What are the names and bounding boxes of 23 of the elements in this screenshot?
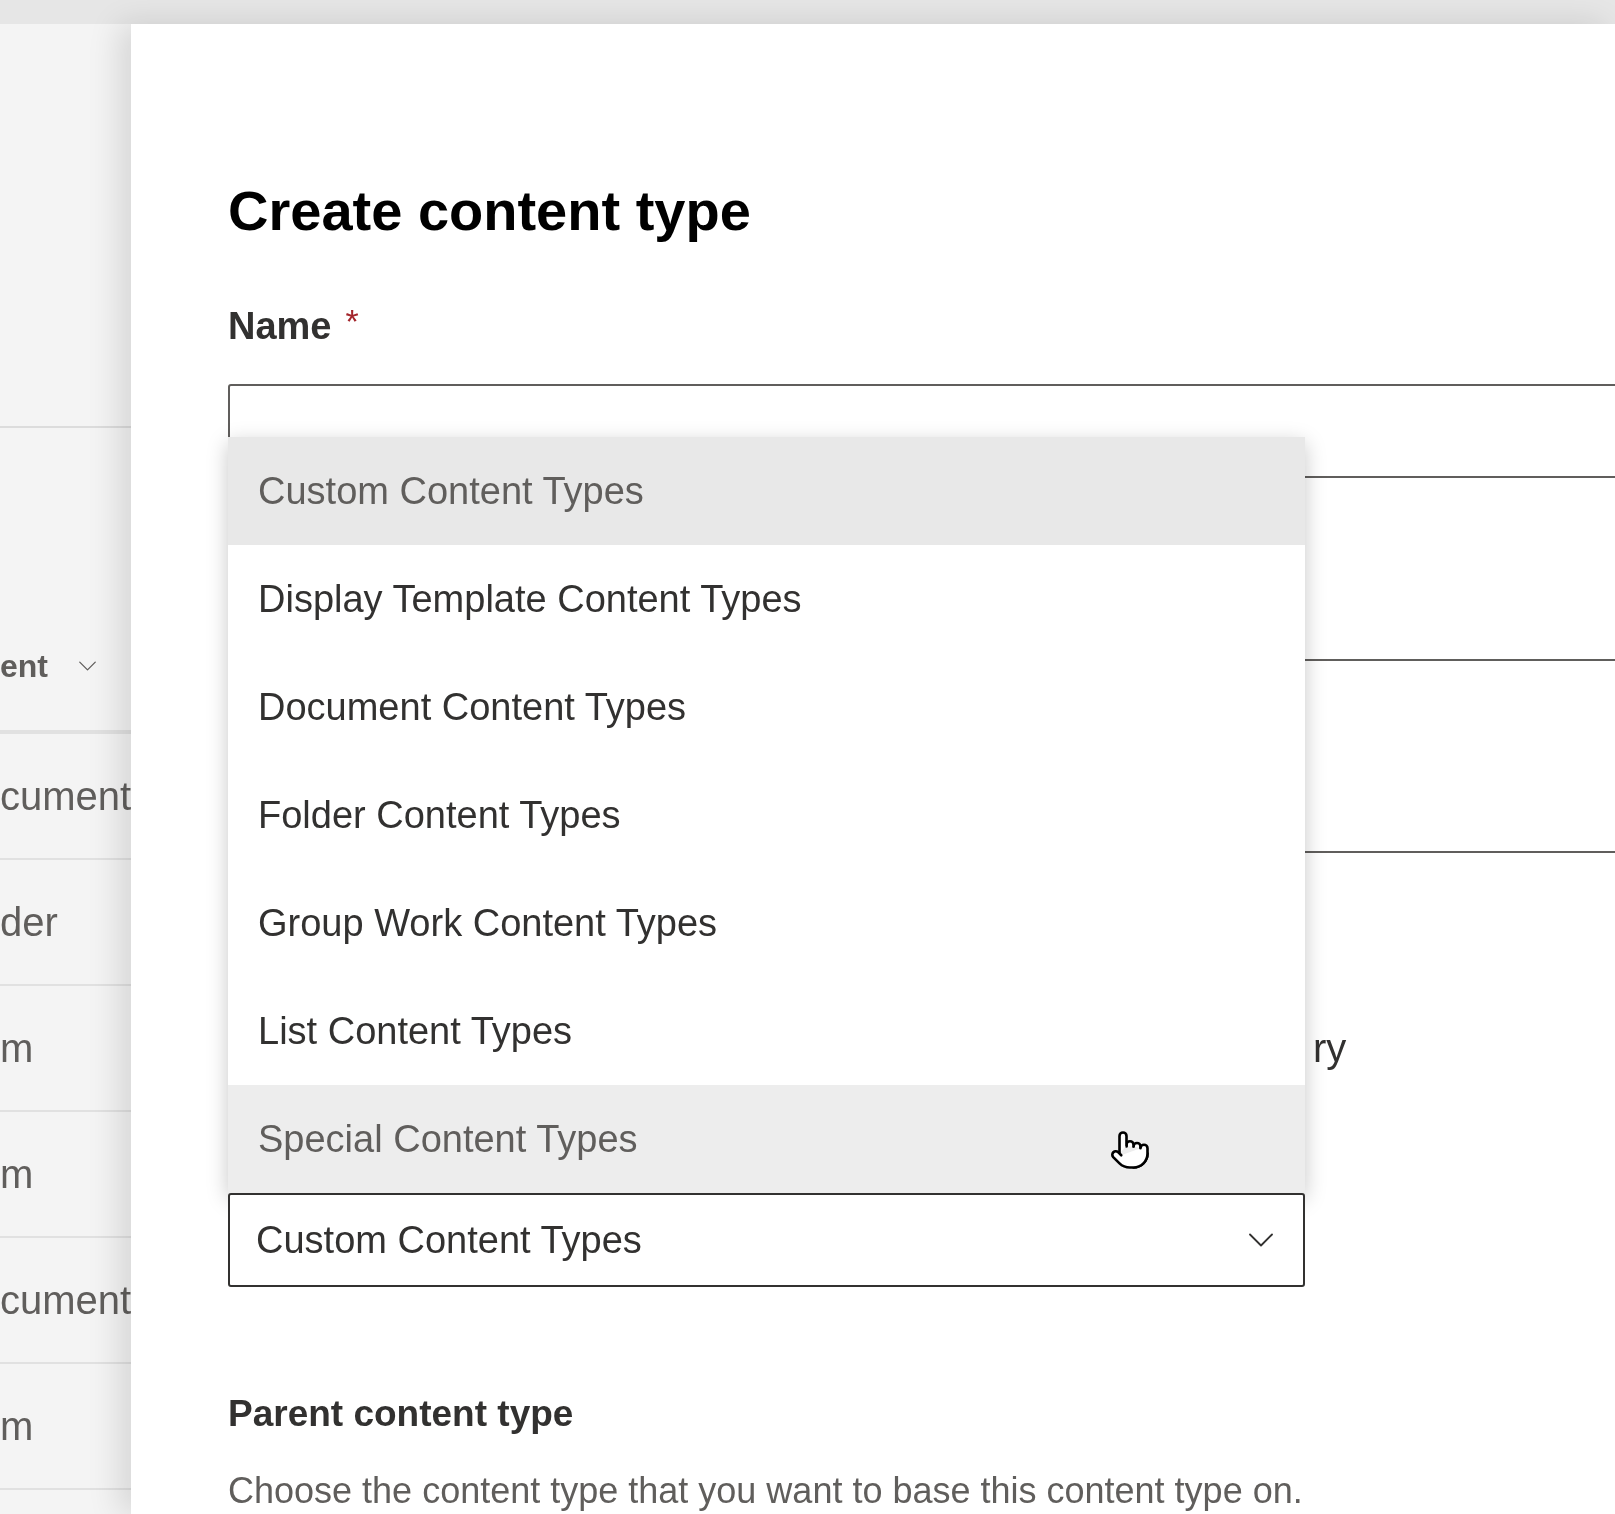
hand-cursor-icon xyxy=(1109,1129,1151,1171)
section-heading: Parent content type xyxy=(228,1392,575,1436)
dropdown-option[interactable]: Folder Content Types xyxy=(228,761,1305,869)
label-text: ry xyxy=(1313,1025,1347,1072)
section-description: Choose the content type that you want to base this content type on. xyxy=(228,1468,1303,1513)
list-row-text: m xyxy=(0,1403,34,1450)
dropdown-option[interactable]: Group Work Content Types xyxy=(228,869,1305,977)
list-row-text: m xyxy=(0,1025,34,1072)
dropdown-option[interactable]: Custom Content Types xyxy=(228,437,1305,545)
dropdown-option[interactable]: Document Content Types xyxy=(228,653,1305,761)
field-label: Name xyxy=(228,303,332,349)
list-row-text: cument xyxy=(0,773,131,820)
panel-title: Create content type xyxy=(228,178,752,244)
required-mark: * xyxy=(345,300,359,342)
dropdown-option[interactable]: Display Template Content Types xyxy=(228,545,1305,653)
list-row-text: cument xyxy=(0,1277,131,1324)
list-row-text: der xyxy=(0,899,58,946)
dropdown-value: Custom Content Types xyxy=(256,1217,642,1263)
list-row-text: m xyxy=(0,1151,34,1198)
content-type-dropdown[interactable]: Custom Content Types xyxy=(228,1193,1305,1287)
column-header[interactable]: ent xyxy=(0,642,48,690)
dropdown-option[interactable]: Special Content Types xyxy=(228,1085,1305,1193)
dropdown-option[interactable]: List Content Types xyxy=(228,977,1305,1085)
